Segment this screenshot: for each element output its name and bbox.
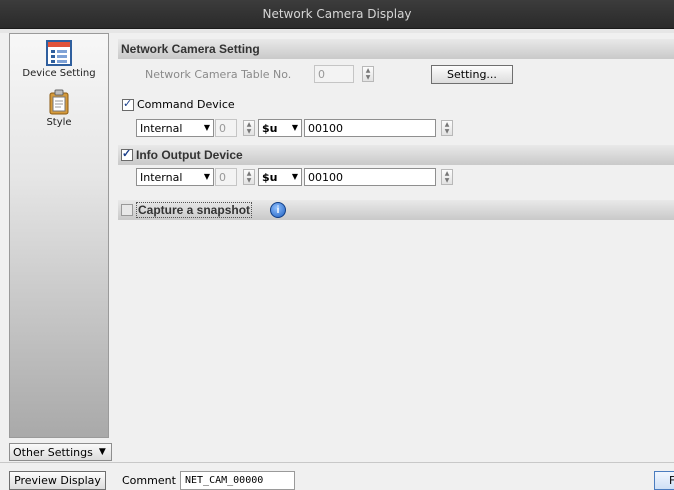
comment-value: NET_CAM_00000 <box>185 475 264 486</box>
sidebar: Device Setting Style <box>9 33 109 438</box>
command-station-stepper[interactable]: ▲ ▼ <box>243 120 255 136</box>
info-station-stepper[interactable]: ▲ ▼ <box>243 169 255 185</box>
sidebar-item-style[interactable]: Style <box>10 89 108 128</box>
network-camera-setting-header: Network Camera Setting <box>118 39 674 59</box>
chevron-down-icon: ▼ <box>203 123 210 132</box>
table-no-field[interactable]: 0 <box>314 65 354 83</box>
info-address-value: 00100 <box>308 170 343 184</box>
chevron-down-icon: ▼ <box>291 123 298 132</box>
preview-display-button[interactable]: Preview Display <box>9 471 106 490</box>
capture-snapshot-header: Capture a snapshot i <box>118 200 674 220</box>
info-output-device-label: Info Output Device <box>136 148 243 162</box>
command-address-stepper[interactable]: ▲ ▼ <box>441 120 453 136</box>
network-camera-table-row: Network Camera Table No. 0 ▲ ▼ Setting... <box>118 64 674 86</box>
info-station-value: 0 <box>219 170 226 184</box>
section-title: Network Camera Setting <box>121 42 260 56</box>
info-memory-select[interactable]: Internal ▼ <box>136 168 214 186</box>
command-address-value: 00100 <box>308 121 343 135</box>
command-device-type-select[interactable]: $u ▼ <box>258 119 302 137</box>
info-output-device-checkbox[interactable] <box>121 147 133 161</box>
bottom-bar: Preview Display Comment NET_CAM_00000 F <box>0 462 674 490</box>
other-settings-label: Other Settings <box>13 445 93 459</box>
setting-button[interactable]: Setting... <box>431 65 513 84</box>
window-title: Network Camera Display <box>262 7 412 21</box>
comment-field[interactable]: NET_CAM_00000 <box>180 471 295 490</box>
preview-display-label: Preview Display <box>14 474 101 487</box>
capture-snapshot-label: Capture a snapshot <box>136 202 253 218</box>
command-device-label: Command Device <box>137 98 235 111</box>
sidebar-item-device-setting[interactable]: Device Setting <box>10 40 108 79</box>
device-setting-icon <box>46 40 72 66</box>
capture-snapshot-checkbox[interactable] <box>121 204 133 216</box>
command-device-row: Command Device <box>118 95 674 117</box>
command-device-fields: Internal ▼ 0 ▲ ▼ $u ▼ 00100 ▲ ▼ <box>118 118 674 140</box>
sidebar-item-label: Device Setting <box>22 68 96 79</box>
window-title-bar: Network Camera Display <box>0 0 674 29</box>
command-device-type-value: $u <box>262 121 278 135</box>
info-device-type-select[interactable]: $u ▼ <box>258 168 302 186</box>
comment-label: Comment <box>122 474 176 487</box>
chevron-down-icon: ▼ <box>291 172 298 181</box>
command-memory-value: Internal <box>140 121 183 135</box>
right-edge-button-label: F <box>669 474 674 487</box>
chevron-down-icon: ▼ <box>203 172 210 181</box>
table-no-label: Network Camera Table No. <box>145 68 292 81</box>
command-memory-select[interactable]: Internal ▼ <box>136 119 214 137</box>
other-settings-dropdown[interactable]: Other Settings ▼ <box>9 443 112 461</box>
info-output-device-fields: Internal ▼ 0 ▲ ▼ $u ▼ 00100 ▲ ▼ <box>118 167 674 189</box>
info-memory-value: Internal <box>140 170 183 184</box>
info-device-type-value: $u <box>262 170 278 184</box>
setting-button-label: Setting... <box>447 68 497 81</box>
command-address-field[interactable]: 00100 <box>304 119 436 137</box>
info-station-field[interactable]: 0 <box>215 168 237 186</box>
sidebar-item-label: Style <box>46 117 72 128</box>
main-panel: Network Camera Setting Network Camera Ta… <box>118 33 674 458</box>
info-address-stepper[interactable]: ▲ ▼ <box>441 169 453 185</box>
command-device-toggle[interactable]: Command Device <box>122 97 235 111</box>
chevron-down-icon: ▼ <box>98 447 106 457</box>
table-no-value: 0 <box>318 67 325 81</box>
command-station-value: 0 <box>219 121 226 135</box>
info-output-device-header: Info Output Device <box>118 145 674 165</box>
command-device-checkbox[interactable] <box>122 97 134 111</box>
command-station-field[interactable]: 0 <box>215 119 237 137</box>
style-icon <box>49 89 69 115</box>
info-address-field[interactable]: 00100 <box>304 168 436 186</box>
right-edge-button[interactable]: F <box>654 471 674 490</box>
table-no-stepper[interactable]: ▲ ▼ <box>362 66 374 82</box>
info-icon[interactable]: i <box>270 202 286 218</box>
